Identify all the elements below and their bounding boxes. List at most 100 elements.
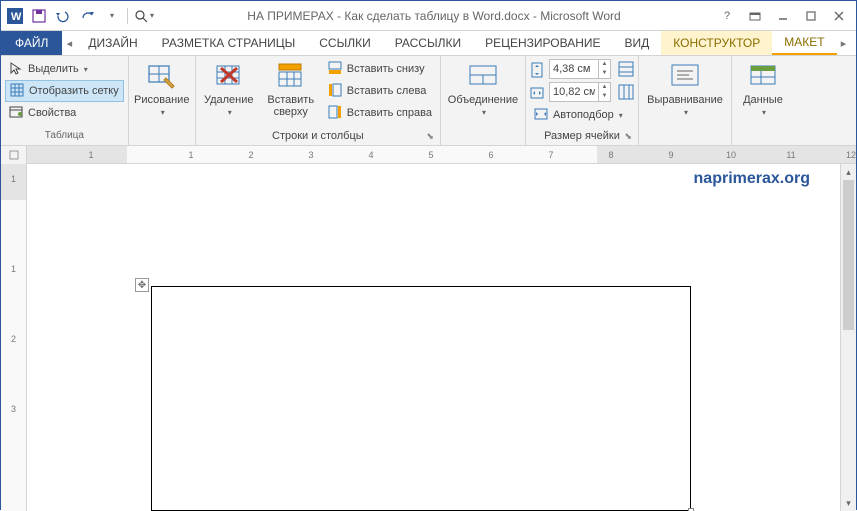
word-app-icon[interactable]: W — [5, 6, 25, 26]
delete-button[interactable]: Удаление▾ — [200, 58, 258, 119]
ruler-num: 8 — [601, 146, 621, 163]
vruler-num: 3 — [1, 404, 26, 414]
ruler-num: 9 — [661, 146, 681, 163]
ribbon: Выделить▾ Отобразить сетку Свойства Табл… — [1, 56, 856, 146]
tab-layout[interactable]: РАЗМЕТКА СТРАНИЦЫ — [150, 31, 308, 55]
insert-right-label: Вставить справа — [347, 107, 432, 119]
insert-above-label: Вставить сверху — [262, 94, 320, 118]
merge-cells-icon — [467, 60, 499, 92]
alignment-icon — [669, 60, 701, 92]
document-table[interactable] — [151, 286, 691, 511]
table-move-handle-icon[interactable]: ✥ — [135, 278, 149, 292]
group-rows-columns: Удаление▾ Вставить сверху Вставить снизу… — [196, 56, 441, 145]
scroll-thumb[interactable] — [843, 180, 854, 330]
horizontal-ruler[interactable]: 112345678910111213 — [27, 146, 856, 164]
group-merge: Объединение▾ — [441, 56, 526, 145]
insert-below-label: Вставить снизу — [347, 63, 425, 75]
group-table-label: Таблица — [5, 129, 124, 145]
row-height-input[interactable]: ▲▼ — [549, 59, 611, 79]
title-bar: W ▾ ▾ НА ПРИМЕРАХ - Как сделать таблицу … — [1, 1, 856, 31]
zoom-preview-icon[interactable]: ▾ — [134, 6, 154, 26]
ruler-num: 6 — [481, 146, 501, 163]
document-page: ✥ — [27, 194, 807, 511]
distribute-cols-icon[interactable] — [618, 84, 634, 100]
properties-button[interactable]: Свойства — [5, 102, 124, 124]
window-controls: ? — [714, 6, 852, 26]
quick-access-toolbar: W ▾ ▾ — [5, 6, 154, 26]
scroll-up-icon[interactable]: ▴ — [841, 164, 856, 180]
alignment-button[interactable]: Выравнивание▾ — [643, 58, 727, 119]
delete-table-icon — [213, 60, 245, 92]
watermark-text: naprimerax.org — [694, 170, 810, 188]
group-data-label — [736, 129, 790, 145]
tab-scroll-right-icon[interactable]: ▸ — [837, 31, 851, 55]
ribbon-tabs: ФАЙЛ ◂ ДИЗАЙН РАЗМЕТКА СТРАНИЦЫ ССЫЛКИ Р… — [1, 31, 856, 56]
alignment-label: Выравнивание — [647, 94, 723, 106]
ruler-num: 3 — [301, 146, 321, 163]
tab-view[interactable]: ВИД — [613, 31, 662, 55]
insert-below-button[interactable]: Вставить снизу — [324, 58, 436, 80]
undo-icon[interactable] — [53, 6, 73, 26]
group-cellsize-label: Размер ячейки⬊ — [530, 129, 634, 145]
scroll-down-icon[interactable]: ▾ — [841, 495, 856, 511]
group-alignment-label — [643, 129, 727, 145]
group-cell-size: ▲▼ ▲▼ Автоподбор▾ Размер ячейки⬊ — [526, 56, 639, 145]
group-alignment: Выравнивание▾ — [639, 56, 732, 145]
group-table: Выделить▾ Отобразить сетку Свойства Табл… — [1, 56, 129, 145]
view-gridlines-button[interactable]: Отобразить сетку — [5, 80, 124, 102]
vruler-num: 1 — [1, 264, 26, 274]
group-draw: Рисование▾ — [129, 56, 196, 145]
tab-table-layout[interactable]: МАКЕТ — [772, 31, 836, 55]
tab-review[interactable]: РЕЦЕНЗИРОВАНИЕ — [473, 31, 612, 55]
group-merge-label — [445, 129, 521, 145]
ruler-num: 10 — [721, 146, 741, 163]
insert-right-icon — [328, 105, 344, 121]
merge-button[interactable]: Объединение▾ — [445, 58, 521, 119]
qat-customize-icon[interactable]: ▾ — [101, 6, 121, 26]
draw-label: Рисование — [134, 94, 189, 106]
ribbon-display-icon[interactable] — [742, 6, 768, 26]
ruler-num: 11 — [781, 146, 801, 163]
tab-table-design[interactable]: КОНСТРУКТОР — [661, 31, 772, 55]
ruler-num: 2 — [241, 146, 261, 163]
vertical-ruler[interactable]: 1123 — [1, 164, 27, 511]
vruler-num: 2 — [1, 334, 26, 344]
select-button[interactable]: Выделить▾ — [5, 58, 124, 80]
tab-references[interactable]: ССЫЛКИ — [307, 31, 382, 55]
tab-design[interactable]: ДИЗАЙН — [76, 31, 149, 55]
merge-label: Объединение — [448, 94, 518, 106]
ruler-num: 4 — [361, 146, 381, 163]
tab-scroll-left-icon[interactable]: ◂ — [62, 31, 76, 55]
ruler-corner — [1, 146, 27, 164]
select-label: Выделить — [28, 63, 79, 75]
properties-label: Свойства — [28, 107, 76, 119]
close-icon[interactable] — [826, 6, 852, 26]
minimize-icon[interactable] — [770, 6, 796, 26]
rowscols-launcher-icon[interactable]: ⬊ — [426, 129, 434, 143]
tab-mailings[interactable]: РАССЫЛКИ — [383, 31, 473, 55]
col-width-value[interactable] — [550, 86, 598, 98]
vertical-scrollbar[interactable]: ▴ ▾ — [840, 164, 856, 511]
insert-right-button[interactable]: Вставить справа — [324, 102, 436, 124]
save-icon[interactable] — [29, 6, 49, 26]
row-height-icon — [530, 61, 546, 77]
distribute-rows-icon[interactable] — [618, 61, 634, 77]
help-icon[interactable]: ? — [714, 6, 740, 26]
col-width-icon — [530, 84, 546, 100]
autofit-button[interactable]: Автоподбор▾ — [530, 104, 634, 126]
maximize-icon[interactable] — [798, 6, 824, 26]
data-button[interactable]: Данные▾ — [736, 58, 790, 119]
tab-file[interactable]: ФАЙЛ — [1, 31, 62, 55]
col-width-input[interactable]: ▲▼ — [549, 82, 611, 102]
ruler-num: 1 — [81, 146, 101, 163]
cellsize-launcher-icon[interactable]: ⬊ — [624, 129, 632, 143]
row-height-value[interactable] — [550, 63, 598, 75]
gridlines-label: Отобразить сетку — [29, 85, 119, 97]
draw-button[interactable]: Рисование▾ — [133, 58, 191, 119]
ruler-num: 7 — [541, 146, 561, 163]
insert-left-button[interactable]: Вставить слева — [324, 80, 436, 102]
redo-icon[interactable] — [77, 6, 97, 26]
document-canvas[interactable]: naprimerax.org ✥ — [27, 164, 840, 511]
svg-text:W: W — [11, 11, 22, 23]
insert-above-button[interactable]: Вставить сверху — [260, 58, 322, 120]
